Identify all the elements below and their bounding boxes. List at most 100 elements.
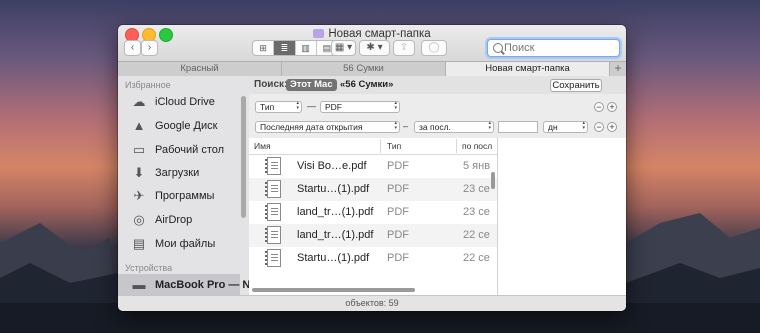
sidebar-item-label: Рабочий стол	[155, 144, 225, 156]
status-bar: объектов: 59	[118, 295, 626, 311]
criterion-separator: –	[403, 121, 409, 131]
file-date: 22 се	[463, 252, 490, 264]
google-drive-icon: ▲	[132, 118, 146, 133]
date-unit-select[interactable]: дн	[543, 121, 588, 133]
all-files-icon: ▤	[132, 236, 146, 251]
search-input[interactable]	[504, 41, 614, 55]
pdf-file-icon	[265, 180, 281, 198]
arrange-button[interactable]: ▦ ▾	[331, 40, 356, 56]
tab-new-smart-folder[interactable]: Новая смарт-папка	[446, 62, 610, 76]
file-name: land_tr…(1).pdf	[297, 206, 374, 218]
sidebar-header-devices: Устройства	[125, 263, 173, 273]
file-name: Startu…(1).pdf	[297, 252, 370, 264]
tags-button[interactable]: ◯	[421, 40, 447, 56]
date-amount-field[interactable]	[498, 121, 538, 133]
sidebar-item-downloads[interactable]: ⬇ Загрузки	[118, 162, 240, 184]
remove-criterion-button[interactable]: −	[594, 102, 604, 112]
file-name: Startu…(1).pdf	[297, 183, 370, 195]
sidebar-item-label: Google Диск	[155, 120, 218, 132]
sidebar: Избранное ☁ iCloud Drive ▲ Google Диск ▭…	[118, 76, 250, 295]
file-row[interactable]: land_tr…(1).pdf PDF 23 се	[249, 201, 497, 224]
search-scope-bar: Поиск: Этот Mac «56 Сумки» Сохранить	[249, 76, 626, 95]
file-list-vertical-scrollbar[interactable]	[491, 172, 495, 189]
column-divider[interactable]	[456, 139, 457, 153]
sidebar-item-label: AirDrop	[155, 214, 193, 226]
file-kind: PDF	[387, 183, 409, 195]
pdf-file-icon	[265, 226, 281, 244]
icon-view-button[interactable]: ⊞	[253, 41, 275, 55]
scope-this-mac-button[interactable]: Этот Mac	[286, 79, 337, 91]
title-bar: Новая смарт-папка ‹ › ⊞ ≣ ▥ ▤ ▦ ▾ ✱ ▾ ⇪ …	[118, 25, 626, 61]
pdf-file-icon	[265, 203, 281, 221]
view-mode-selector: ⊞ ≣ ▥ ▤	[252, 40, 338, 56]
column-header-kind[interactable]: Тип	[387, 141, 401, 151]
sidebar-item-icloud-drive[interactable]: ☁ iCloud Drive	[118, 91, 240, 113]
back-button[interactable]: ‹	[124, 40, 141, 56]
pdf-file-icon	[265, 249, 281, 267]
list-view-button[interactable]: ≣	[274, 41, 296, 55]
cloud-icon: ☁	[132, 94, 146, 109]
tab-bar: Красный 56 Сумки Новая смарт-папка +	[118, 61, 626, 77]
sidebar-item-all-my-files[interactable]: ▤ Мои файлы	[118, 233, 240, 255]
tab-56-bags[interactable]: 56 Сумки	[282, 62, 446, 76]
file-row[interactable]: Startu…(1).pdf PDF 22 се	[249, 247, 497, 270]
pdf-file-icon	[265, 157, 281, 175]
search-field[interactable]	[487, 39, 620, 57]
window-title-text: Новая смарт-папка	[328, 28, 431, 40]
file-date: 23 се	[463, 206, 490, 218]
add-criterion-button[interactable]: +	[607, 122, 617, 132]
forward-button[interactable]: ›	[141, 40, 158, 56]
file-name: land_tr…(1).pdf	[297, 229, 374, 241]
search-icon	[493, 43, 503, 53]
sidebar-item-desktop[interactable]: ▭ Рабочий стол	[118, 139, 240, 161]
sidebar-item-label: iCloud Drive	[155, 96, 215, 108]
file-name: Visi Bo…e.pdf	[297, 160, 367, 172]
preview-pane	[498, 138, 626, 295]
sidebar-item-applications[interactable]: ✈ Программы	[118, 185, 240, 207]
file-row[interactable]: Visi Bo…e.pdf PDF 5 янв	[249, 155, 497, 178]
sidebar-item-google-drive[interactable]: ▲ Google Диск	[118, 115, 240, 137]
sidebar-item-label: Загрузки	[155, 167, 200, 179]
file-date: 5 янв	[463, 160, 491, 172]
remove-criterion-button[interactable]: −	[594, 122, 604, 132]
sidebar-item-label: Мои файлы	[155, 238, 216, 250]
sidebar-header-favorites: Избранное	[125, 80, 171, 90]
search-criteria: Тип — PDF − + Последняя дата открытия – …	[249, 94, 626, 139]
sidebar-item-macbook-pro[interactable]: ▬ MacBook Pro — N…	[118, 274, 249, 295]
scope-folder-button[interactable]: «56 Сумки»	[336, 79, 397, 91]
file-kind: PDF	[387, 206, 409, 218]
file-row[interactable]: Startu…(1).pdf PDF 23 се	[249, 178, 497, 201]
airdrop-icon: ◎	[133, 212, 145, 227]
column-divider[interactable]	[380, 139, 381, 153]
file-list-horizontal-scrollbar[interactable]	[252, 288, 415, 292]
file-date: 22 се	[463, 229, 490, 241]
add-tab-button[interactable]: +	[610, 62, 626, 76]
share-button[interactable]: ⇪	[393, 40, 415, 56]
laptop-icon: ▬	[132, 277, 146, 292]
file-date: 23 се	[463, 183, 490, 195]
criterion-attribute-select[interactable]: Тип	[255, 101, 302, 113]
criterion-separator: —	[307, 101, 316, 111]
file-kind: PDF	[387, 160, 409, 172]
file-kind: PDF	[387, 252, 409, 264]
date-operator-select[interactable]: за посл.	[414, 121, 494, 133]
column-view-button[interactable]: ▥	[296, 41, 317, 55]
sidebar-item-airdrop[interactable]: ◎ AirDrop	[118, 209, 240, 231]
downloads-icon: ⬇	[133, 165, 145, 180]
column-header-date[interactable]: по посл	[462, 141, 492, 151]
sidebar-item-label: MacBook Pro — N…	[155, 279, 250, 291]
smart-folder-icon	[313, 29, 325, 38]
action-gear-button[interactable]: ✱ ▾	[359, 40, 390, 56]
file-kind: PDF	[387, 229, 409, 241]
kind-value-select[interactable]: PDF	[320, 101, 400, 113]
sidebar-scrollbar[interactable]	[241, 96, 246, 218]
search-scope-label: Поиск:	[254, 79, 288, 90]
file-list-header: Имя Тип по посл	[249, 138, 497, 155]
criterion-attribute-select[interactable]: Последняя дата открытия	[255, 121, 400, 133]
file-row[interactable]: land_tr…(1).pdf PDF 22 се	[249, 224, 497, 247]
tab-red[interactable]: Красный	[118, 62, 282, 76]
save-search-button[interactable]: Сохранить	[550, 79, 602, 92]
add-criterion-button[interactable]: +	[607, 102, 617, 112]
applications-icon: ✈	[133, 188, 145, 203]
column-header-name[interactable]: Имя	[254, 141, 271, 151]
